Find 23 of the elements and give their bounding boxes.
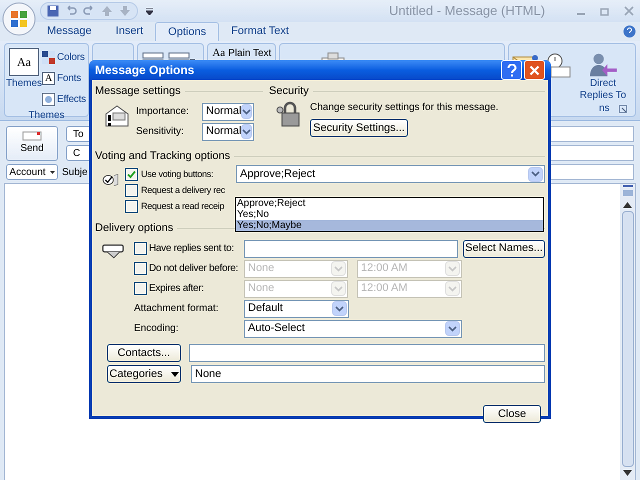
- field-label: Importance:: [136, 105, 190, 119]
- section-heading: Message settings: [95, 84, 181, 99]
- checkbox-label: Request a delivery rec: [141, 184, 226, 196]
- section-heading: Voting and Tracking options: [95, 148, 230, 164]
- subject-label: Subje: [62, 166, 89, 180]
- section-heading: Delivery options: [95, 220, 174, 236]
- group-label: Themes: [27, 109, 66, 123]
- field-label: Encoding:: [134, 322, 180, 336]
- field-label: Sensitivity:: [136, 125, 185, 139]
- themes-icon: Aa: [9, 48, 39, 76]
- window-title: Untitled - Message (HTML): [389, 2, 546, 20]
- checkbox-label: Use voting buttons:: [141, 168, 214, 180]
- font-icon: A: [42, 72, 55, 85]
- dialog-title: Message Options: [95, 62, 194, 79]
- checkbox-label: Do not deliver before:: [149, 262, 238, 276]
- security-description: Change security settings for this message.: [310, 101, 498, 115]
- checkbox-label: Have replies sent to:: [149, 242, 234, 256]
- group-label: ns: [599, 102, 610, 115]
- section-heading: Security: [269, 84, 309, 99]
- field-label: Attachment format:: [134, 302, 220, 316]
- checkbox-label: Expires after:: [149, 282, 204, 296]
- checkbox-label: Request a read receip: [141, 200, 226, 212]
- font-icon: Aa: [212, 47, 226, 60]
